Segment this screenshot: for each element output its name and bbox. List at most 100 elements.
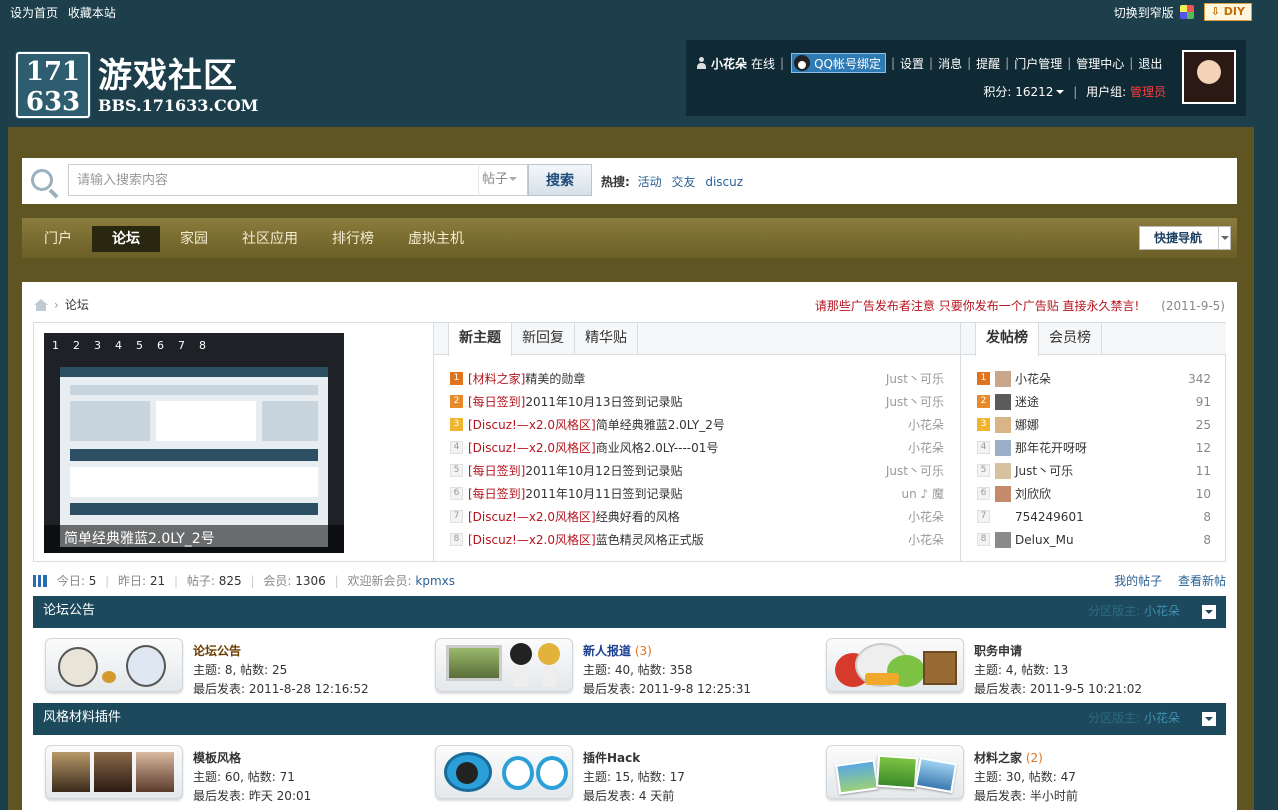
thread-title-link[interactable]: 精美的勋章 [525,370,880,387]
forum-last-post[interactable]: 最后发表: 半小时前 [974,787,1078,806]
nav-item-apps[interactable]: 社区应用 [228,226,312,252]
forum-icon[interactable] [826,745,964,799]
forum-name-link[interactable]: 新人报道 [583,644,631,658]
thread-author-link[interactable]: Just丶可乐 [886,462,944,479]
switch-width-link[interactable]: 切换到窄版 [1114,4,1174,21]
forum-last-post[interactable]: 最后发表: 4 天前 [583,787,685,806]
thread-title-link[interactable]: 2011年10月13日签到记录贴 [525,393,880,410]
slide-number[interactable]: 2 [73,339,94,352]
thread-author-link[interactable]: Just丶可乐 [886,370,944,387]
thread-author-link[interactable]: Just丶可乐 [886,393,944,410]
slide-number[interactable]: 6 [157,339,178,352]
section-title[interactable]: 论坛公告 [43,603,95,618]
thread-title-link[interactable]: 2011年10月12日签到记录贴 [525,462,880,479]
tab-new-replies[interactable]: 新回复 [512,323,575,355]
bookmark-link[interactable]: 收藏本站 [68,6,116,20]
user-group-link[interactable]: 管理员 [1130,85,1166,99]
search-input[interactable] [68,164,478,196]
slide-number[interactable]: 1 [52,339,73,352]
moderator-link[interactable]: 小花朵 [1144,604,1180,618]
hot-keyword[interactable]: 交友 [671,175,695,189]
admin-center-link[interactable]: 管理中心 [1076,55,1124,72]
home-icon[interactable] [34,298,48,311]
thread-category-link[interactable]: [Discuz!—x2.0风格区] [468,508,596,525]
forum-last-post[interactable]: 最后发表: 2011-8-28 12:16:52 [193,680,369,699]
member-name-link[interactable]: Delux_Mu [1015,533,1203,547]
avatar[interactable] [995,462,1011,479]
forum-last-post[interactable]: 最后发表: 昨天 20:01 [193,787,311,806]
forum-icon[interactable] [826,638,964,692]
nav-item-ranking[interactable]: 排行榜 [318,226,388,252]
palette-icon[interactable] [1179,5,1194,19]
forum-name-link[interactable]: 论坛公告 [193,644,241,658]
thread-title-link[interactable]: 2011年10月11日签到记录贴 [525,485,895,502]
points-dropdown[interactable]: 积分: 16212 [983,85,1065,99]
tab-post-ranking[interactable]: 发帖榜 [975,323,1039,356]
member-name-link[interactable]: 迷途 [1015,393,1196,410]
thread-title-link[interactable]: 简单经典雅蓝2.0LY_2号 [596,416,902,433]
thread-author-link[interactable]: un ♪ 魔 [902,485,945,502]
collapse-icon[interactable] [1202,712,1216,726]
slide-number[interactable]: 4 [115,339,136,352]
moderator-link[interactable]: 小花朵 [1144,711,1180,725]
hot-keyword[interactable]: discuz [705,175,743,189]
forum-name-link[interactable]: 模板风格 [193,751,241,765]
forum-name-link[interactable]: 插件Hack [583,751,640,765]
member-name-link[interactable]: 娜娜 [1015,416,1196,433]
forum-icon[interactable] [435,638,573,692]
search-button[interactable]: 搜索 [528,164,592,196]
nav-item-portal[interactable]: 门户 [30,226,86,252]
member-name-link[interactable]: 那年花开呀呀 [1015,439,1196,456]
thread-category-link[interactable]: [材料之家] [468,370,525,387]
thread-category-link[interactable]: [每日签到] [468,462,525,479]
member-name-link[interactable]: 754249601 [1015,510,1203,524]
search-type-select[interactable]: 帖子 [478,164,528,196]
thread-author-link[interactable]: 小花朵 [908,508,944,525]
tab-digest[interactable]: 精华贴 [575,323,638,355]
slide-number[interactable]: 5 [136,339,157,352]
nav-item-hosting[interactable]: 虚拟主机 [394,226,478,252]
thread-author-link[interactable]: 小花朵 [908,531,944,548]
reminders-link[interactable]: 提醒 [976,55,1000,72]
nav-item-home[interactable]: 家园 [166,226,222,252]
member-name-link[interactable]: 小花朵 [1015,370,1188,387]
forum-icon[interactable] [45,638,183,692]
slide-number[interactable]: 8 [199,339,220,352]
view-new-posts-link[interactable]: 查看新帖 [1178,574,1226,588]
user-avatar[interactable] [1182,50,1236,104]
newest-member-link[interactable]: kpmxs [415,574,455,588]
forum-icon[interactable] [435,745,573,799]
forum-icon[interactable] [45,745,183,799]
forum-last-post[interactable]: 最后发表: 2011-9-8 12:25:31 [583,680,751,699]
logout-link[interactable]: 退出 [1138,55,1162,72]
avatar[interactable] [995,531,1011,548]
avatar[interactable] [995,508,1011,525]
thread-title-link[interactable]: 经典好看的风格 [596,508,902,525]
quick-nav-button[interactable]: 快捷导航 [1139,226,1231,250]
avatar[interactable] [995,439,1011,456]
slideshow[interactable]: 1 2 3 4 5 6 7 8 简单经典雅蓝2.0LY_2号 [44,333,344,553]
slideshow-caption[interactable]: 简单经典雅蓝2.0LY_2号 [44,525,344,553]
messages-link[interactable]: 消息 [938,55,962,72]
section-title[interactable]: 风格材料插件 [43,710,121,725]
set-home-link[interactable]: 设为首页 [10,6,58,20]
thread-category-link[interactable]: [每日签到] [468,485,525,502]
my-posts-link[interactable]: 我的帖子 [1114,574,1162,588]
forum-last-post[interactable]: 最后发表: 2011-9-5 10:21:02 [974,680,1142,699]
breadcrumb-current[interactable]: 论坛 [65,296,89,313]
online-status[interactable]: 在线 [751,55,775,72]
site-logo[interactable]: 171 633 游戏社区 BBS.171633.COM [16,52,258,118]
member-name-link[interactable]: Just丶可乐 [1015,462,1196,479]
thread-category-link[interactable]: [Discuz!—x2.0风格区] [468,416,596,433]
collapse-icon[interactable] [1202,605,1216,619]
avatar[interactable] [995,416,1011,433]
settings-link[interactable]: 设置 [900,55,924,72]
forum-name-link[interactable]: 职务申请 [974,644,1022,658]
diy-button[interactable]: ⇩ DIY [1203,3,1252,21]
avatar[interactable] [995,485,1011,502]
avatar[interactable] [995,393,1011,410]
thread-category-link[interactable]: [Discuz!—x2.0风格区] [468,439,596,456]
thread-title-link[interactable]: 商业风格2.0LY----01号 [596,439,902,456]
avatar[interactable] [995,370,1011,387]
username-link[interactable]: 小花朵 [711,55,747,72]
